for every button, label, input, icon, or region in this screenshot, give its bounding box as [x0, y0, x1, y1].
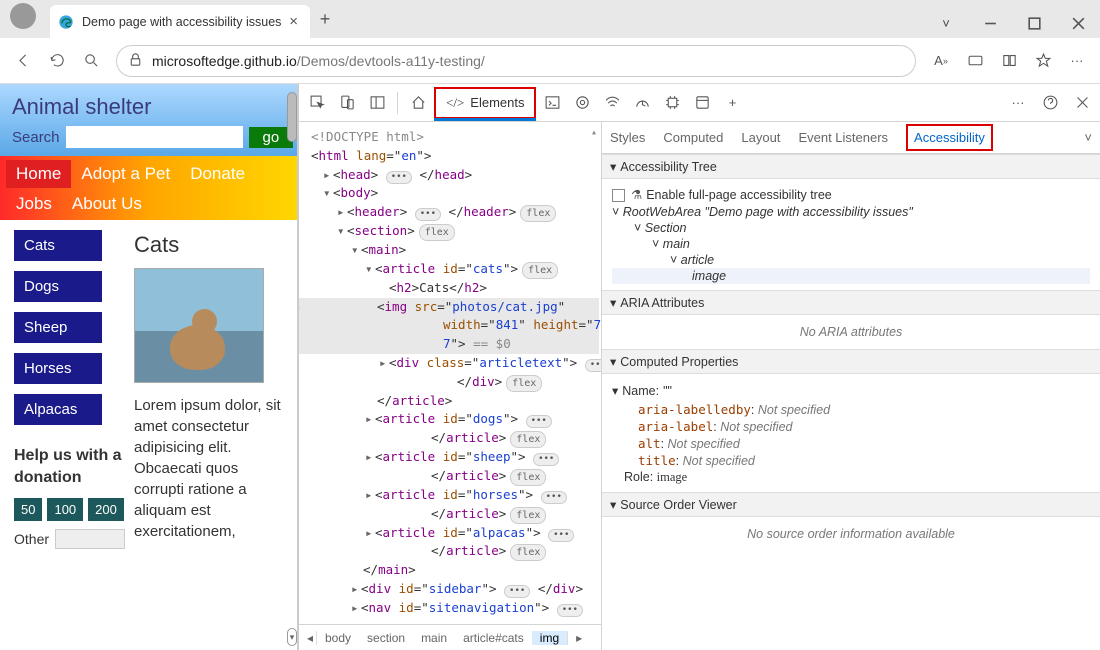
browser-tab[interactable]: Demo page with accessibility issues ×	[50, 5, 310, 38]
tab-computed[interactable]: Computed	[663, 130, 723, 145]
favorite-icon[interactable]	[1026, 44, 1060, 78]
sidebar-tabs: Styles Computed Layout Event Listeners A…	[602, 122, 1100, 154]
close-tab-icon[interactable]: ×	[285, 13, 302, 30]
animal-nav: Cats Dogs Sheep Horses Alpacas	[14, 230, 128, 425]
section-aria[interactable]: ▾ARIA Attributes	[602, 290, 1100, 315]
nav-jobs[interactable]: Jobs	[6, 190, 62, 218]
code-icon: </>	[446, 95, 464, 111]
devtools-close-icon[interactable]	[1068, 89, 1096, 117]
tab-title: Demo page with accessibility issues	[82, 15, 285, 29]
chevron-down-icon[interactable]: ˅	[924, 8, 968, 38]
other-label: Other	[14, 531, 49, 547]
help-icon[interactable]	[1036, 89, 1064, 117]
a11y-panel: Styles Computed Layout Event Listeners A…	[602, 122, 1100, 650]
full-page-checkbox[interactable]	[612, 189, 625, 202]
back-button[interactable]	[6, 44, 40, 78]
tab-accessibility[interactable]: Accessibility	[906, 124, 993, 151]
profile-avatar[interactable]	[10, 3, 36, 29]
close-window-button[interactable]	[1056, 8, 1100, 38]
memory-icon[interactable]	[658, 89, 686, 117]
breadcrumb[interactable]: ◂ body section main article#cats img ▸	[299, 624, 601, 650]
chevron-down-icon[interactable]: ˅	[1084, 130, 1092, 145]
section-computed-props[interactable]: ▾Computed Properties	[602, 349, 1100, 374]
donate-100[interactable]: 100	[47, 498, 83, 521]
sidebar-item-alpacas[interactable]: Alpacas	[14, 394, 102, 425]
window-titlebar: Demo page with accessibility issues × + …	[0, 0, 1100, 38]
scroll-up-icon[interactable]: ▴	[591, 125, 597, 140]
url-field[interactable]: microsoftedge.github.io/Demos/devtools-a…	[116, 45, 916, 77]
read-aloud-icon[interactable]: A»	[924, 44, 958, 78]
tab-elements[interactable]: </> Elements	[434, 87, 536, 119]
section-a11y-tree[interactable]: ▾Accessibility Tree	[602, 154, 1100, 179]
article-text: Lorem ipsum dolor, sit amet consectetur …	[134, 395, 291, 542]
sidebar-item-dogs[interactable]: Dogs	[14, 271, 102, 302]
selected-dom-node[interactable]: ⋯ <img src="photos/cat.jpg" width="841" …	[299, 298, 599, 354]
new-tab-button[interactable]: +	[310, 9, 340, 30]
page-title: Animal shelter	[12, 94, 285, 120]
url-text: microsoftedge.github.io/Demos/devtools-a…	[152, 53, 485, 69]
dock-icon[interactable]	[363, 89, 391, 117]
devtools-panel: ▾ </> Elements + ···	[297, 84, 1100, 650]
inspect-icon[interactable]	[303, 89, 331, 117]
devtools-more-icon[interactable]: ···	[1004, 89, 1032, 117]
minimize-button[interactable]	[968, 8, 1012, 38]
main-nav: Home Adopt a Pet Donate Jobs About Us	[0, 156, 297, 220]
tab-layout[interactable]: Layout	[741, 130, 780, 145]
sidebar-item-cats[interactable]: Cats	[14, 230, 102, 261]
section-source-order[interactable]: ▾Source Order Viewer	[602, 492, 1100, 517]
lock-icon	[127, 51, 144, 71]
nav-adopt[interactable]: Adopt a Pet	[71, 160, 180, 188]
donate-200[interactable]: 200	[88, 498, 124, 521]
search-label: Search	[12, 129, 60, 146]
donate-50[interactable]: 50	[14, 498, 42, 521]
devtools-toolbar: </> Elements + ···	[299, 84, 1100, 122]
menu-icon[interactable]: ···	[1060, 44, 1094, 78]
welcome-icon[interactable]	[404, 89, 432, 117]
more-tabs-icon[interactable]: +	[718, 89, 746, 117]
sidebar-item-horses[interactable]: Horses	[14, 353, 102, 384]
nav-about[interactable]: About Us	[62, 190, 152, 218]
maximize-button[interactable]	[1012, 8, 1056, 38]
nav-donate[interactable]: Donate	[180, 160, 255, 188]
article-heading: Cats	[134, 232, 291, 258]
tab-styles[interactable]: Styles	[610, 130, 645, 145]
tab-event-listeners[interactable]: Event Listeners	[798, 130, 888, 145]
other-input[interactable]	[55, 529, 125, 549]
performance-icon[interactable]	[628, 89, 656, 117]
flask-icon: ⚗	[631, 187, 642, 202]
nav-home[interactable]: Home	[6, 160, 71, 188]
hd-icon[interactable]	[958, 44, 992, 78]
dom-panel: ▴ <!DOCTYPE html> <html lang="en"> ▸<hea…	[299, 122, 602, 650]
application-icon[interactable]	[688, 89, 716, 117]
page-viewport: Animal shelter Search go Home Adopt a Pe…	[0, 84, 297, 650]
edge-icon	[58, 14, 74, 30]
search-input[interactable]	[66, 126, 243, 148]
refresh-button[interactable]	[40, 44, 74, 78]
page-scrollbar[interactable]	[287, 92, 297, 142]
crumb-prev-icon[interactable]: ◂	[299, 631, 317, 645]
cat-image	[134, 268, 264, 383]
dom-tree[interactable]: ▴ <!DOCTYPE html> <html lang="en"> ▸<hea…	[299, 122, 601, 624]
console-icon[interactable]	[538, 89, 566, 117]
help-heading: Help us with a donation	[14, 445, 128, 488]
window-controls: ˅	[924, 8, 1100, 38]
device-icon[interactable]	[333, 89, 361, 117]
search-button[interactable]	[74, 44, 108, 78]
sources-icon[interactable]	[568, 89, 596, 117]
page-scroll-down[interactable]: ▾	[287, 628, 297, 646]
reader-icon[interactable]	[992, 44, 1026, 78]
crumb-next-icon[interactable]: ▸	[567, 631, 585, 645]
network-icon[interactable]	[598, 89, 626, 117]
address-bar: microsoftedge.github.io/Demos/devtools-a…	[0, 38, 1100, 84]
sidebar-item-sheep[interactable]: Sheep	[14, 312, 102, 343]
